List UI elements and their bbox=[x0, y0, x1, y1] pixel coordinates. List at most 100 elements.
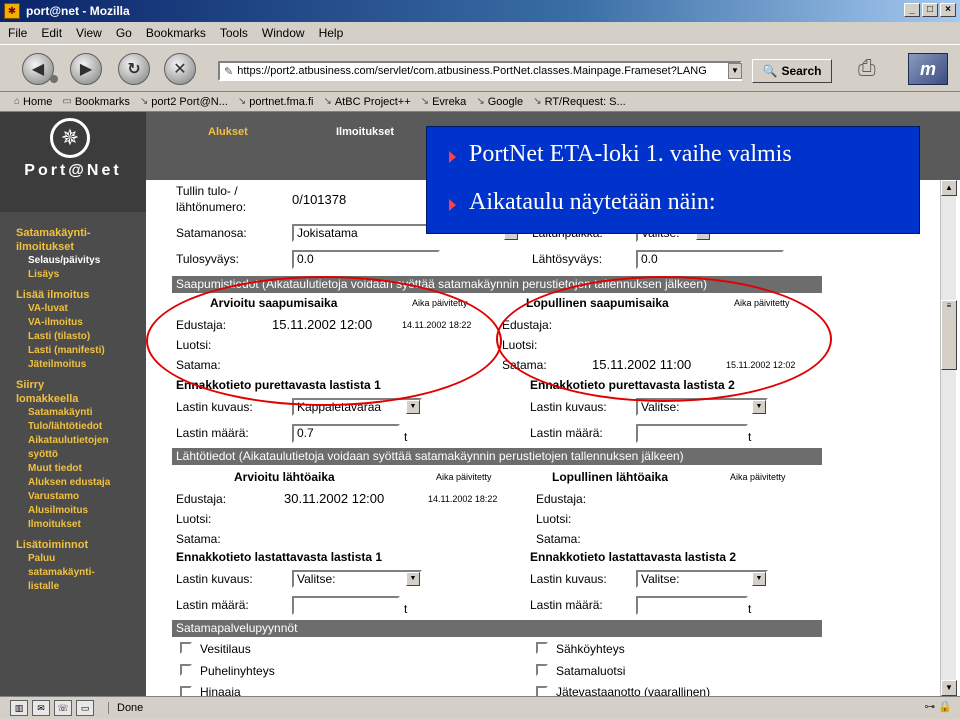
maximize-icon[interactable]: □ bbox=[922, 3, 938, 17]
services-section-header: Satamapalvelupyynnöt bbox=[172, 620, 822, 637]
ref-value: 0/101378 bbox=[292, 192, 347, 207]
unload-1-qty-input[interactable]: 0.7 bbox=[292, 424, 400, 443]
scroll-up-icon[interactable]: ▲ bbox=[941, 180, 957, 196]
bookmark-bookmarks[interactable]: ▭ Bookmarks bbox=[62, 96, 129, 108]
menu-bar: File Edit View Go Bookmarks Tools Window… bbox=[0, 22, 960, 44]
bookmark-rt-request[interactable]: ↘ RT/Request: S... bbox=[533, 96, 626, 108]
waste-label: Jätevastaanotto (vaarallinen) bbox=[556, 685, 711, 696]
menu-bookmarks[interactable]: Bookmarks bbox=[146, 26, 206, 40]
sidebar-item[interactable]: Aluksen edustaja bbox=[0, 476, 146, 490]
scroll-down-icon[interactable]: ▼ bbox=[941, 680, 957, 696]
back-history-icon[interactable] bbox=[50, 75, 58, 83]
bookmark-evreka[interactable]: ↘ Evreka bbox=[421, 96, 467, 108]
departure-draught-input[interactable]: 0.0 bbox=[636, 250, 784, 269]
ship-wheel-icon: ✵ bbox=[50, 118, 90, 158]
sidebar-item[interactable]: Selaus/päivitys bbox=[0, 254, 146, 268]
sidebar-item[interactable]: Lasti (manifesti) bbox=[0, 344, 146, 358]
mozilla-app-icon: ✱ bbox=[4, 3, 20, 19]
menu-tools[interactable]: Tools bbox=[220, 26, 248, 40]
unload-2-qty-input[interactable] bbox=[636, 424, 748, 443]
sidebar-item: ilmoitukset bbox=[16, 241, 75, 253]
tab-ilmoitukset[interactable]: Ilmoitukset bbox=[336, 126, 394, 138]
bookmark-port2[interactable]: ↘ port2 Port@N... bbox=[140, 96, 228, 108]
sidebar-item: lomakkeella bbox=[16, 393, 79, 405]
sidebar-item[interactable]: Ilmoitukset bbox=[0, 518, 146, 532]
water-checkbox[interactable] bbox=[180, 642, 192, 654]
menu-help[interactable]: Help bbox=[319, 26, 344, 40]
waste-checkbox[interactable] bbox=[536, 686, 548, 696]
vertical-scrollbar[interactable]: ▲ ≡ ▼ bbox=[940, 180, 957, 696]
forward-icon[interactable]: ▶ bbox=[70, 53, 102, 85]
load-2-cargo-select[interactable]: Valitse: ▼ bbox=[636, 570, 768, 588]
port-label: Satama: bbox=[176, 532, 221, 546]
sidebar-item[interactable]: listalle bbox=[0, 580, 146, 594]
bookmark-atbc[interactable]: ↘ AtBC Project++ bbox=[323, 96, 410, 108]
menu-view[interactable]: View bbox=[76, 26, 102, 40]
sidebar-item[interactable]: Lisäys bbox=[0, 268, 146, 282]
minimize-icon[interactable]: _ bbox=[904, 3, 920, 17]
sidebar-item[interactable]: syöttö bbox=[0, 448, 146, 462]
close-icon[interactable]: × bbox=[940, 3, 956, 17]
folder-icon: ▭ bbox=[62, 96, 72, 107]
load-cargo-2-heading: Ennakkotieto lastattavasta lastista 2 bbox=[530, 550, 737, 564]
bookmark-google[interactable]: ↘ Google bbox=[476, 96, 523, 108]
form-content: Tullin tulo- / lähtönumero: 0/101378 Sat… bbox=[146, 180, 940, 696]
electricity-checkbox[interactable] bbox=[536, 642, 548, 654]
load-1-qty-input[interactable] bbox=[292, 596, 400, 615]
bookmark-home[interactable]: ⌂ Home bbox=[14, 96, 52, 108]
sidebar-item[interactable]: Paluu bbox=[0, 552, 146, 566]
bookmark-icon: ↘ bbox=[533, 96, 542, 107]
chat-icon[interactable]: ☏ bbox=[54, 700, 72, 716]
sidebar-item[interactable]: Satamakäynti bbox=[0, 406, 146, 420]
menu-window[interactable]: Window bbox=[262, 26, 305, 40]
agent-label: Edustaja: bbox=[176, 492, 227, 506]
menu-file[interactable]: File bbox=[8, 26, 27, 40]
security-lock-icon[interactable]: ⊶ 🔒 bbox=[924, 700, 952, 713]
scroll-thumb[interactable]: ≡ bbox=[941, 300, 957, 370]
pilot-label: Luotsi: bbox=[536, 512, 572, 526]
bookmark-icon: ↘ bbox=[237, 96, 247, 107]
load-2-qty-input[interactable] bbox=[636, 596, 748, 615]
sidebar-item[interactable]: VA-luvat bbox=[0, 302, 146, 316]
menu-edit[interactable]: Edit bbox=[41, 26, 62, 40]
sidebar-item[interactable]: Alusilmoitus bbox=[0, 504, 146, 518]
url-input[interactable]: ✎ https://port2.atbusiness.com/servlet/c… bbox=[218, 61, 742, 81]
sidebar-item[interactable]: Tulo/lähtötiedot bbox=[0, 420, 146, 434]
reload-icon[interactable]: ↻ bbox=[118, 53, 150, 85]
electricity-label: Sähköyhteys bbox=[556, 642, 625, 656]
arrival-draught-label: Tulosyväys: bbox=[176, 252, 239, 266]
sidebar-item[interactable]: Aikataulutietojen bbox=[0, 434, 146, 448]
arrival-draught-input[interactable]: 0.0 bbox=[292, 250, 440, 269]
url-dropdown-icon[interactable]: ▼ bbox=[728, 63, 742, 79]
sidebar-item: Lisää ilmoitus bbox=[16, 289, 90, 301]
sidebar-item[interactable]: satamakäynti- bbox=[0, 566, 146, 580]
sidebar-item[interactable]: Varustamo bbox=[0, 490, 146, 504]
est-departure-agent-updated: 14.11.2002 18:22 bbox=[428, 494, 498, 504]
bookmark-portnet[interactable]: ↘ portnet.fma.fi bbox=[238, 96, 314, 108]
tab-alukset[interactable]: Alukset bbox=[208, 126, 248, 138]
bookmark-icon: ↘ bbox=[323, 96, 332, 107]
print-icon[interactable]: ⎙ bbox=[858, 55, 888, 81]
final-departure-heading: Lopullinen lähtöaika bbox=[552, 470, 669, 484]
stop-icon[interactable]: ✕ bbox=[164, 53, 196, 85]
load-1-cargo-select[interactable]: Valitse: ▼ bbox=[292, 570, 422, 588]
chevron-down-icon: ▼ bbox=[752, 572, 766, 586]
sidebar-item[interactable]: Jäteilmoitus bbox=[0, 358, 146, 372]
est-departure-agent-time: 30.11.2002 12:00 bbox=[284, 491, 385, 506]
highlight-estimated-arrival bbox=[146, 276, 502, 406]
navigator-icon[interactable]: ▥ bbox=[10, 700, 28, 716]
tug-checkbox[interactable] bbox=[180, 686, 192, 696]
sidebar-item[interactable]: Muut tiedot bbox=[0, 462, 146, 476]
sidebar-item[interactable]: Lasti (tilasto) bbox=[0, 330, 146, 344]
harbour-pilot-checkbox[interactable] bbox=[536, 664, 548, 676]
sidebar-item[interactable]: VA-ilmoitus bbox=[0, 316, 146, 330]
water-label: Vesitilaus bbox=[200, 642, 251, 656]
menu-go[interactable]: Go bbox=[116, 26, 132, 40]
mail-icon[interactable]: ✉ bbox=[32, 700, 50, 716]
brand-name: Port@Net bbox=[24, 162, 122, 179]
phone-checkbox[interactable] bbox=[180, 664, 192, 676]
sidebar-item: Lisätoiminnot bbox=[16, 539, 89, 551]
unit-tonnes: t bbox=[404, 430, 408, 444]
search-button[interactable]: 🔍 Search bbox=[752, 59, 832, 83]
composer-icon[interactable]: ▭ bbox=[76, 700, 94, 716]
